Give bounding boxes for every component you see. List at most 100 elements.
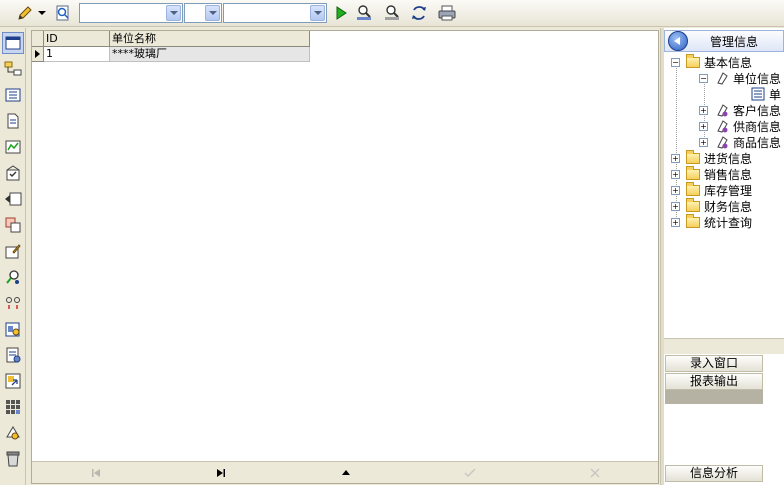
collapse-icon[interactable]: − bbox=[699, 73, 708, 83]
last-record-button[interactable] bbox=[209, 464, 233, 482]
expand-icon[interactable]: + bbox=[671, 185, 680, 195]
entry-window-button[interactable]: 录入窗口 bbox=[665, 355, 763, 372]
report-output-button[interactable]: 报表输出 bbox=[665, 373, 763, 390]
table-row[interactable]: 1 ****玻璃厂 bbox=[32, 47, 310, 62]
tree-node-label: 单 bbox=[769, 87, 782, 102]
form-icon[interactable] bbox=[2, 84, 24, 106]
folder-icon bbox=[686, 197, 700, 212]
folder-icon bbox=[686, 213, 700, 228]
expand-icon[interactable]: + bbox=[699, 137, 708, 147]
module-icon bbox=[714, 102, 730, 118]
report-icon[interactable] bbox=[2, 318, 24, 340]
tree-node-label: 客户信息 bbox=[733, 103, 782, 118]
tree-node-label: 进货信息 bbox=[704, 151, 753, 166]
filter-operator-combo[interactable] bbox=[184, 3, 222, 23]
module-icon bbox=[714, 118, 730, 134]
header-indicator-cell bbox=[32, 31, 44, 47]
current-row-indicator-icon bbox=[32, 47, 44, 62]
search-person-icon[interactable] bbox=[354, 3, 376, 23]
panel-header: 管理信息 bbox=[664, 30, 784, 52]
find-icon[interactable] bbox=[52, 3, 74, 23]
cell-name[interactable]: ****玻璃厂 bbox=[110, 47, 310, 62]
tree-node-label: 库存管理 bbox=[704, 183, 753, 198]
nav-tree: − 基本信息 − 单位信息 单 + 客户信息 + 供商信息 + 商品信息 + 进… bbox=[664, 53, 784, 338]
page-icon[interactable] bbox=[2, 344, 24, 366]
tree-node-purchase[interactable]: + 进货信息 bbox=[671, 149, 753, 166]
document-icon[interactable] bbox=[2, 110, 24, 132]
collapse-panel-icon[interactable] bbox=[668, 31, 688, 51]
tree-node-inventory[interactable]: + 库存管理 bbox=[671, 181, 753, 198]
tree-node-goods[interactable]: + 商品信息 bbox=[699, 134, 781, 150]
tree-node-statistics[interactable]: + 统计查询 bbox=[671, 213, 753, 230]
export-icon[interactable] bbox=[2, 370, 24, 392]
tree-node-unit-form[interactable]: 单 bbox=[750, 86, 781, 102]
pencil-icon[interactable] bbox=[14, 3, 36, 23]
tree-node-label: 财务信息 bbox=[704, 199, 753, 214]
dropdown-arrow-icon[interactable] bbox=[36, 3, 48, 23]
data-grid[interactable]: ID 单位名称 1 ****玻璃厂 bbox=[31, 30, 659, 484]
expand-icon[interactable]: + bbox=[699, 121, 708, 131]
panel-separator bbox=[665, 390, 763, 404]
trash-icon[interactable] bbox=[2, 448, 24, 470]
filter-field-combo[interactable] bbox=[79, 3, 183, 23]
module-icon bbox=[714, 70, 730, 86]
window-icon[interactable] bbox=[2, 32, 24, 54]
tree-node-label: 统计查询 bbox=[704, 215, 753, 230]
right-panel: 管理信息 − 基本信息 − 单位信息 单 + 客户信息 + 供商信息 + 商品信… bbox=[664, 28, 784, 485]
combo-arrow-icon[interactable] bbox=[205, 5, 220, 21]
up-record-button[interactable] bbox=[334, 464, 358, 482]
column-header-id[interactable]: ID bbox=[44, 31, 110, 47]
folder-icon bbox=[686, 165, 700, 180]
panel-divider bbox=[664, 338, 784, 354]
expand-icon[interactable]: + bbox=[671, 217, 680, 227]
mail-icon[interactable] bbox=[2, 162, 24, 184]
tree-node-supplier[interactable]: + 供商信息 bbox=[699, 118, 781, 134]
link-icon[interactable] bbox=[2, 292, 24, 314]
record-navigator bbox=[32, 461, 658, 483]
module-icon bbox=[714, 134, 730, 150]
filter-value-combo[interactable] bbox=[223, 3, 327, 23]
cancel-record-button[interactable] bbox=[583, 464, 607, 482]
top-toolbar bbox=[0, 0, 784, 27]
tree-node-label: 单位信息 bbox=[733, 71, 782, 86]
search-users-icon[interactable] bbox=[2, 266, 24, 288]
tree-node-customer[interactable]: + 客户信息 bbox=[699, 102, 781, 118]
chart-icon[interactable] bbox=[2, 136, 24, 158]
form-icon bbox=[750, 86, 766, 102]
tree-node-finance[interactable]: + 财务信息 bbox=[671, 197, 753, 214]
expand-icon[interactable]: + bbox=[671, 201, 680, 211]
refresh-icon[interactable] bbox=[408, 3, 430, 23]
search-doc-icon[interactable] bbox=[381, 3, 403, 23]
collapse-icon[interactable]: − bbox=[671, 57, 680, 67]
folder-icon bbox=[686, 181, 700, 196]
print-icon[interactable] bbox=[436, 3, 458, 23]
folder-icon bbox=[686, 149, 700, 164]
left-toolbar bbox=[0, 28, 26, 485]
settings-icon[interactable] bbox=[2, 422, 24, 444]
combo-arrow-icon[interactable] bbox=[166, 5, 181, 21]
arrow-box-icon[interactable] bbox=[2, 188, 24, 210]
tree-node-unit[interactable]: − 单位信息 bbox=[699, 70, 781, 86]
expand-icon[interactable]: + bbox=[671, 153, 680, 163]
column-header-name[interactable]: 单位名称 bbox=[110, 31, 310, 47]
grid-header: ID 单位名称 bbox=[32, 31, 310, 47]
tree-icon[interactable] bbox=[2, 58, 24, 80]
copy-icon[interactable] bbox=[2, 214, 24, 236]
expand-icon[interactable]: + bbox=[671, 169, 680, 179]
combo-arrow-icon[interactable] bbox=[310, 5, 325, 21]
first-record-button[interactable] bbox=[84, 464, 108, 482]
post-record-button[interactable] bbox=[458, 464, 482, 482]
tree-node-label: 供商信息 bbox=[733, 119, 782, 134]
cell-id[interactable]: 1 bbox=[44, 47, 110, 62]
tree-node-label: 基本信息 bbox=[704, 55, 753, 70]
run-icon[interactable] bbox=[330, 3, 352, 23]
tree-node-sales[interactable]: + 销售信息 bbox=[671, 165, 753, 182]
tree-node-label: 商品信息 bbox=[733, 135, 782, 150]
expand-icon[interactable]: + bbox=[699, 105, 708, 115]
info-analysis-button[interactable]: 信息分析 bbox=[665, 465, 763, 482]
folder-icon bbox=[686, 53, 700, 68]
tree-node-basic[interactable]: − 基本信息 bbox=[671, 53, 753, 70]
tree-node-label: 销售信息 bbox=[704, 167, 753, 182]
grid-icon[interactable] bbox=[2, 396, 24, 418]
edit-icon[interactable] bbox=[2, 240, 24, 262]
